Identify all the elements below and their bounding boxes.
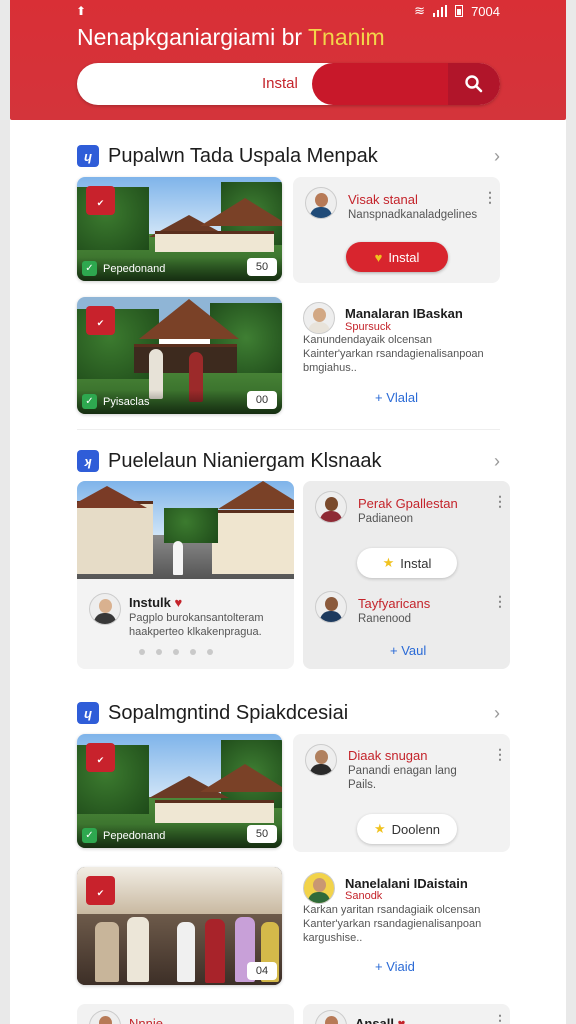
view-link[interactable]: + Vlalal: [375, 390, 418, 405]
post-image[interactable]: ✔ ✓ Pepedonand 50: [77, 734, 282, 848]
count-badge: 04: [247, 962, 277, 980]
avatar: [303, 872, 335, 904]
chevron-right-icon[interactable]: ›: [494, 703, 500, 724]
more-icon[interactable]: ⋮: [493, 1012, 507, 1024]
app-card[interactable]: Visak stanal Nanspnadkanaladgelines ⋮ ♥ I…: [293, 177, 500, 283]
more-icon[interactable]: ⋮: [493, 746, 507, 763]
avatar: [305, 187, 337, 219]
author-name: Ansall ♥: [355, 1016, 405, 1024]
author-name: Instulk ♥: [129, 595, 183, 610]
app-header: ⬆ ≋ 7004 Nenapkganiargiami br Tnanim Ins…: [10, 0, 566, 120]
section-header-2[interactable]: ʞ Puelelaun Nianiergam Klsnaak ›: [77, 449, 500, 473]
check-icon: ✓: [82, 394, 97, 409]
more-icon[interactable]: ⋮: [493, 593, 507, 610]
search-icon: [465, 75, 483, 93]
section-title: Pupalwn Tada Uspala Menpak: [108, 144, 378, 167]
avatar: [89, 1010, 121, 1024]
star-icon: ★: [382, 555, 395, 570]
notification-icon: ⬆: [76, 4, 87, 18]
install-button[interactable]: ♥ Instal: [346, 242, 448, 272]
count-badge: 50: [247, 258, 277, 276]
app-screen: ⬆ ≋ 7004 Nenapkganiargiami br Tnanim Ins…: [10, 0, 566, 1024]
wifi-icon: ≋: [414, 3, 426, 18]
post-image[interactable]: ✔ ✓ Pyisaclas 00: [77, 297, 282, 414]
post-image: [77, 481, 294, 579]
pager-dots[interactable]: [139, 649, 213, 655]
signal-icon: [433, 5, 448, 17]
count-badge: 50: [247, 825, 277, 843]
section-icon: ɥ: [77, 702, 99, 724]
status-bar: ⬆ ≋ 7004: [10, 0, 566, 22]
new-badge: ✔: [86, 186, 115, 215]
heart-icon: ♥: [174, 595, 183, 610]
check-icon: ✓: [82, 828, 97, 843]
section-title: Puelelaun Nianiergam Klsnaak: [108, 449, 382, 472]
post-card[interactable]: Instulk ♥ Pagplo burokansantolteram haak…: [77, 481, 294, 669]
check-icon: ✓: [82, 261, 97, 276]
avatar: [305, 744, 337, 776]
view-link[interactable]: + Vaul: [390, 643, 426, 658]
post-image[interactable]: ✔ ✓ Pepedonand 50: [77, 177, 282, 281]
avatar: [89, 593, 121, 625]
section-title: Sopalmgntind Spiakdcesiai: [108, 701, 349, 724]
section-header-3[interactable]: ɥ Sopalmgntind Spiakdcesiai ›: [77, 701, 500, 725]
app-card[interactable]: Diaak snugan Panandi enagan lang Pails. …: [293, 734, 510, 852]
app-card[interactable]: Perak Gpallestan Padianeon ⋮ ★ Instal Tay…: [303, 481, 510, 669]
heart-icon: ♥: [374, 249, 383, 265]
search-label: Instal: [262, 75, 298, 92]
download-button[interactable]: ★ Doolenn: [357, 814, 457, 844]
section-icon: ʞ: [77, 450, 99, 472]
chevron-right-icon[interactable]: ›: [494, 451, 500, 472]
star-icon: ★: [373, 821, 386, 836]
heart-icon: ♥: [397, 1016, 406, 1024]
app-card[interactable]: Ansall ♥ ⋮: [303, 1004, 510, 1024]
avatar: [315, 491, 347, 523]
more-icon[interactable]: ⋮: [493, 493, 507, 510]
more-icon[interactable]: ⋮: [483, 189, 497, 206]
section-header-1[interactable]: ɥ Pupalwn Tada Uspala Menpak ›: [77, 144, 500, 168]
avatar: [303, 302, 335, 334]
post-card[interactable]: Nnnie: [77, 1004, 294, 1024]
search-bar[interactable]: Instal: [77, 63, 500, 105]
avatar: [315, 1010, 347, 1024]
status-time: 7004: [471, 3, 500, 19]
install-button[interactable]: ★ Instal: [357, 548, 457, 578]
search-button[interactable]: [448, 63, 500, 105]
chevron-right-icon[interactable]: ›: [494, 146, 500, 167]
count-badge: 00: [247, 391, 277, 409]
section-icon: ɥ: [77, 145, 99, 167]
post-image[interactable]: ✔ 04: [77, 867, 282, 985]
battery-icon: [455, 5, 464, 17]
view-link[interactable]: + Viaid: [375, 959, 415, 974]
app-title: Nenapkganiargiami br Tnanim: [77, 24, 385, 50]
avatar: [315, 591, 347, 623]
